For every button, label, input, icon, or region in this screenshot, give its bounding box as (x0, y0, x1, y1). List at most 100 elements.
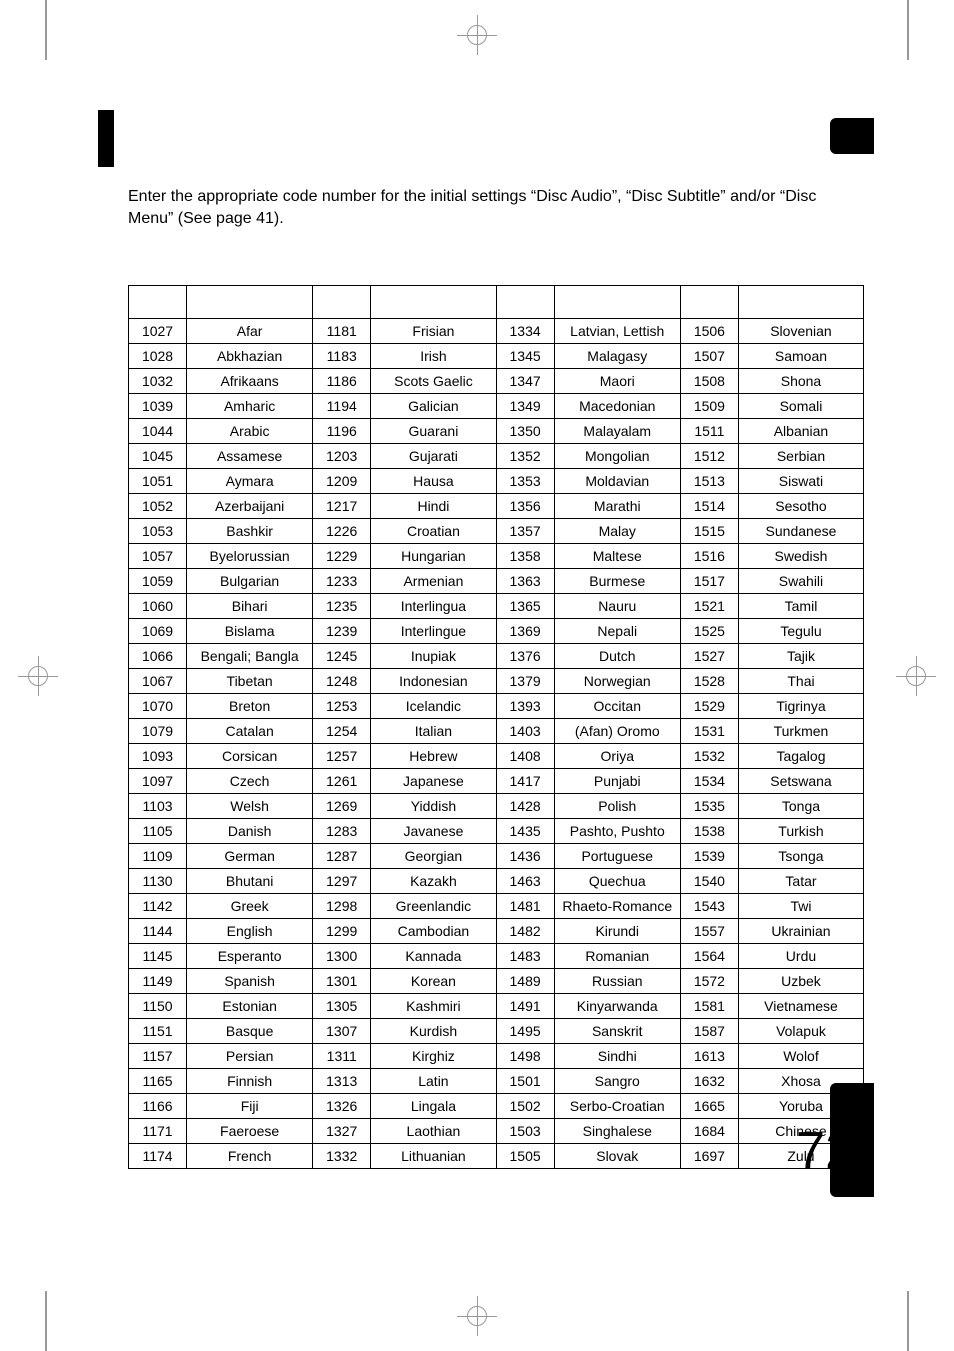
code-cell: 1067 (129, 669, 187, 694)
language-cell: Rhaeto-Romance (554, 894, 680, 919)
code-cell: 1105 (129, 819, 187, 844)
table-row: 1157Persian1311Kirghiz1498Sindhi1613Wolo… (129, 1044, 864, 1069)
table-row: 1052Azerbaijani1217Hindi1356Marathi1514S… (129, 494, 864, 519)
language-cell: Breton (187, 694, 313, 719)
language-cell: Norwegian (554, 669, 680, 694)
language-cell: Occitan (554, 694, 680, 719)
code-cell: 1053 (129, 519, 187, 544)
code-cell: 1060 (129, 594, 187, 619)
table-header-row (129, 286, 864, 319)
language-cell: Swedish (738, 544, 863, 569)
table-row: 1027Afar1181Frisian1334Latvian, Lettish1… (129, 319, 864, 344)
language-cell: Estonian (187, 994, 313, 1019)
language-cell: Tamil (738, 594, 863, 619)
code-cell: 1145 (129, 944, 187, 969)
language-cell: Hebrew (371, 744, 496, 769)
language-cell: Spanish (187, 969, 313, 994)
code-cell: 1503 (496, 1119, 554, 1144)
language-cell: Fiji (187, 1094, 313, 1119)
code-cell: 1498 (496, 1044, 554, 1069)
language-cell: French (187, 1144, 313, 1169)
language-cell: German (187, 844, 313, 869)
crop-mark (45, 0, 75, 30)
table-row: 1039Amharic1194Galician1349Macedonian150… (129, 394, 864, 419)
language-cell: Albanian (738, 419, 863, 444)
language-cell: Kurdish (371, 1019, 496, 1044)
language-cell: Ukrainian (738, 919, 863, 944)
table-row: 1105Danish1283Javanese1435Pashto, Pushto… (129, 819, 864, 844)
code-cell: 1239 (313, 619, 371, 644)
table-row: 1149Spanish1301Korean1489Russian1572Uzbe… (129, 969, 864, 994)
table-row: 1165Finnish1313Latin1501Sangro1632Xhosa (129, 1069, 864, 1094)
table-row: 1171Faeroese1327Laothian1503Singhalese16… (129, 1119, 864, 1144)
language-cell: Hungarian (371, 544, 496, 569)
language-cell: Malagasy (554, 344, 680, 369)
code-cell: 1254 (313, 719, 371, 744)
language-cell: Kirundi (554, 919, 680, 944)
language-cell: Inupiak (371, 644, 496, 669)
code-cell: 1365 (496, 594, 554, 619)
crop-mark (45, 1321, 75, 1351)
language-cell: Turkish (738, 819, 863, 844)
language-cell: Georgian (371, 844, 496, 869)
language-cell: Burmese (554, 569, 680, 594)
code-cell: 1495 (496, 1019, 554, 1044)
language-cell: Mongolian (554, 444, 680, 469)
code-cell: 1393 (496, 694, 554, 719)
code-cell: 1305 (313, 994, 371, 1019)
language-cell: Interlingua (371, 594, 496, 619)
language-cell: Frisian (371, 319, 496, 344)
code-cell: 1697 (680, 1144, 738, 1169)
code-cell: 1257 (313, 744, 371, 769)
table-row: 1051Aymara1209Hausa1353Moldavian1513Sisw… (129, 469, 864, 494)
language-cell: Portuguese (554, 844, 680, 869)
code-cell: 1369 (496, 619, 554, 644)
header-code (496, 286, 554, 319)
language-cell: Tigrinya (738, 694, 863, 719)
code-cell: 1157 (129, 1044, 187, 1069)
code-cell: 1028 (129, 344, 187, 369)
language-cell: Welsh (187, 794, 313, 819)
language-cell: Lingala (371, 1094, 496, 1119)
language-cell: Macedonian (554, 394, 680, 419)
language-cell: Catalan (187, 719, 313, 744)
table-row: 1053Bashkir1226Croatian1357Malay1515Sund… (129, 519, 864, 544)
language-cell: Thai (738, 669, 863, 694)
language-cell: Tagalog (738, 744, 863, 769)
code-cell: 1436 (496, 844, 554, 869)
language-cell: Slovak (554, 1144, 680, 1169)
language-cell: Laothian (371, 1119, 496, 1144)
language-cell: Nauru (554, 594, 680, 619)
code-cell: 1261 (313, 769, 371, 794)
code-cell: 1144 (129, 919, 187, 944)
language-cell: Kinyarwanda (554, 994, 680, 1019)
code-cell: 1356 (496, 494, 554, 519)
language-cell: Gujarati (371, 444, 496, 469)
code-cell: 1349 (496, 394, 554, 419)
code-cell: 1149 (129, 969, 187, 994)
code-cell: 1311 (313, 1044, 371, 1069)
page-number: 72 (796, 1121, 854, 1181)
code-cell: 1511 (680, 419, 738, 444)
language-cell: Greek (187, 894, 313, 919)
table-row: 1166Fiji1326Lingala1502Serbo-Croatian166… (129, 1094, 864, 1119)
code-cell: 1332 (313, 1144, 371, 1169)
language-cell: Marathi (554, 494, 680, 519)
table-row: 1103Welsh1269Yiddish1428Polish1535Tonga (129, 794, 864, 819)
code-cell: 1507 (680, 344, 738, 369)
code-cell: 1032 (129, 369, 187, 394)
language-cell: Latin (371, 1069, 496, 1094)
table-row: 1109German1287Georgian1436Portuguese1539… (129, 844, 864, 869)
code-cell: 1103 (129, 794, 187, 819)
code-cell: 1428 (496, 794, 554, 819)
language-cell: Korean (371, 969, 496, 994)
code-cell: 1248 (313, 669, 371, 694)
code-cell: 1347 (496, 369, 554, 394)
code-cell: 1287 (313, 844, 371, 869)
table-row: 1174French1332Lithuanian1505Slovak1697Zu… (129, 1144, 864, 1169)
language-cell: Hausa (371, 469, 496, 494)
code-cell: 1233 (313, 569, 371, 594)
language-cell: Urdu (738, 944, 863, 969)
code-cell: 1376 (496, 644, 554, 669)
code-cell: 1513 (680, 469, 738, 494)
